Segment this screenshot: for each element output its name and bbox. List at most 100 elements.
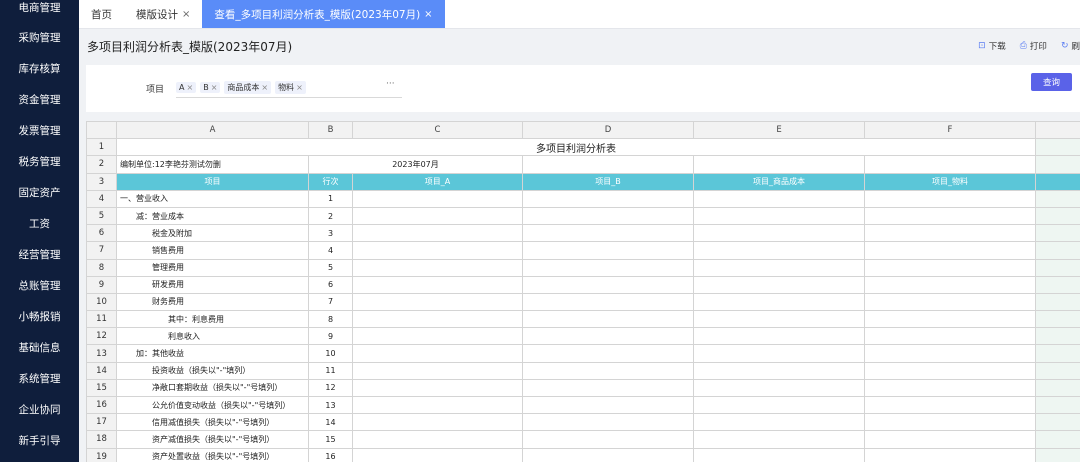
tab[interactable]: 查看_多项目利润分析表_模版(2023年07月) × — [202, 0, 445, 28]
cell[interactable] — [693, 155, 865, 174]
close-icon[interactable]: × — [424, 9, 432, 20]
value-cell[interactable] — [352, 224, 523, 243]
report-title[interactable]: 多项目利润分析表 — [116, 138, 1036, 157]
value-cell[interactable] — [864, 258, 1036, 277]
item-cell[interactable]: 资产减值损失（损失以"-"号填列） — [116, 430, 309, 449]
column-header[interactable]: D — [522, 121, 694, 140]
value-cell[interactable] — [693, 361, 865, 380]
value-cell[interactable] — [693, 378, 865, 398]
item-cell[interactable]: 财务费用 — [116, 292, 309, 312]
value-cell[interactable] — [864, 275, 1036, 294]
item-cell[interactable]: 公允价值变动收益（损失以"-"号填列） — [116, 395, 309, 415]
row-number[interactable]: 14 — [86, 361, 117, 380]
line-cell[interactable]: 4 — [308, 241, 353, 260]
sidebar-item[interactable]: 固定资产 — [0, 177, 79, 208]
value-cell[interactable] — [864, 430, 1036, 449]
download-button[interactable]: ⊡ 下载 — [978, 40, 1006, 52]
column-header[interactable]: A — [116, 121, 309, 140]
value-cell[interactable] — [864, 344, 1036, 363]
column-header[interactable]: F — [864, 121, 1036, 140]
value-cell[interactable] — [693, 395, 865, 415]
line-cell[interactable]: 11 — [308, 361, 353, 380]
value-cell[interactable] — [864, 327, 1036, 346]
value-cell[interactable] — [864, 447, 1036, 462]
value-cell[interactable] — [693, 310, 865, 329]
close-icon[interactable]: × — [182, 9, 190, 20]
value-cell[interactable] — [693, 224, 865, 243]
row-number[interactable]: 2 — [86, 155, 117, 174]
row-number[interactable]: 6 — [86, 224, 117, 243]
sidebar-item[interactable]: 工资 — [0, 208, 79, 239]
header-cell[interactable]: 项目 — [116, 172, 309, 191]
cell[interactable] — [1035, 310, 1080, 329]
sidebar-item[interactable]: 资金管理 — [0, 84, 79, 115]
line-cell[interactable]: 7 — [308, 292, 353, 312]
row-number[interactable]: 3 — [86, 172, 117, 191]
sidebar-item[interactable]: 发票管理 — [0, 115, 79, 146]
item-cell[interactable]: 其中：利息费用 — [116, 310, 309, 329]
value-cell[interactable] — [522, 275, 694, 294]
row-number[interactable]: 10 — [86, 292, 117, 312]
refresh-button[interactable]: ↻ 刷 — [1061, 40, 1080, 52]
item-cell[interactable]: 销售费用 — [116, 241, 309, 260]
row-number[interactable]: 9 — [86, 275, 117, 294]
value-cell[interactable] — [864, 361, 1036, 380]
item-cell[interactable]: 投资收益（损失以"-"填列） — [116, 361, 309, 380]
value-cell[interactable] — [522, 327, 694, 346]
value-cell[interactable] — [522, 241, 694, 260]
cell[interactable] — [1035, 189, 1080, 208]
value-cell[interactable] — [352, 292, 523, 312]
header-cell[interactable]: 项目_商品成本 — [693, 172, 865, 191]
item-cell[interactable]: 信用减值损失（损失以"-"号填列） — [116, 413, 309, 432]
cell[interactable] — [864, 155, 1036, 174]
value-cell[interactable] — [522, 395, 694, 415]
value-cell[interactable] — [352, 378, 523, 398]
line-cell[interactable]: 16 — [308, 447, 353, 462]
value-cell[interactable] — [693, 206, 865, 226]
item-cell[interactable]: 净敞口套期收益（损失以"-"号填列） — [116, 378, 309, 398]
item-cell[interactable]: 资产处置收益（损失以"-"号填列） — [116, 447, 309, 462]
row-number[interactable]: 5 — [86, 206, 117, 226]
close-icon[interactable]: × — [211, 83, 218, 92]
value-cell[interactable] — [693, 275, 865, 294]
period-cell[interactable]: 2023年07月 — [308, 155, 523, 174]
row-number[interactable]: 15 — [86, 378, 117, 398]
sidebar-item[interactable]: 经营管理 — [0, 239, 79, 270]
tab[interactable]: 首页 — [79, 0, 124, 28]
value-cell[interactable] — [864, 206, 1036, 226]
sidebar-item[interactable]: 企业协同 — [0, 394, 79, 425]
value-cell[interactable] — [352, 241, 523, 260]
line-cell[interactable]: 14 — [308, 413, 353, 432]
item-cell[interactable]: 管理费用 — [116, 258, 309, 277]
row-number[interactable]: 18 — [86, 430, 117, 449]
item-cell[interactable]: 一、营业收入 — [116, 189, 309, 208]
sidebar-item[interactable]: 基础信息 — [0, 332, 79, 363]
value-cell[interactable] — [864, 292, 1036, 312]
row-number[interactable]: 1 — [86, 138, 117, 157]
value-cell[interactable] — [693, 189, 865, 208]
value-cell[interactable] — [864, 310, 1036, 329]
value-cell[interactable] — [352, 447, 523, 462]
line-cell[interactable]: 6 — [308, 275, 353, 294]
value-cell[interactable] — [352, 310, 523, 329]
value-cell[interactable] — [352, 395, 523, 415]
item-cell[interactable]: 利息收入 — [116, 327, 309, 346]
line-cell[interactable]: 15 — [308, 430, 353, 449]
cell[interactable] — [1035, 241, 1080, 260]
close-icon[interactable]: × — [186, 83, 193, 92]
value-cell[interactable] — [352, 361, 523, 380]
row-number[interactable]: 17 — [86, 413, 117, 432]
value-cell[interactable] — [352, 189, 523, 208]
row-number[interactable]: 4 — [86, 189, 117, 208]
value-cell[interactable] — [693, 241, 865, 260]
line-cell[interactable]: 3 — [308, 224, 353, 243]
cell[interactable] — [1035, 378, 1080, 398]
value-cell[interactable] — [693, 430, 865, 449]
cell[interactable] — [1035, 344, 1080, 363]
cell[interactable] — [1035, 138, 1080, 157]
project-multiselect[interactable]: A × B × 商品成本 × 物料 × — [176, 78, 402, 98]
value-cell[interactable] — [352, 430, 523, 449]
value-cell[interactable] — [693, 413, 865, 432]
cell[interactable] — [1035, 206, 1080, 226]
value-cell[interactable] — [522, 206, 694, 226]
